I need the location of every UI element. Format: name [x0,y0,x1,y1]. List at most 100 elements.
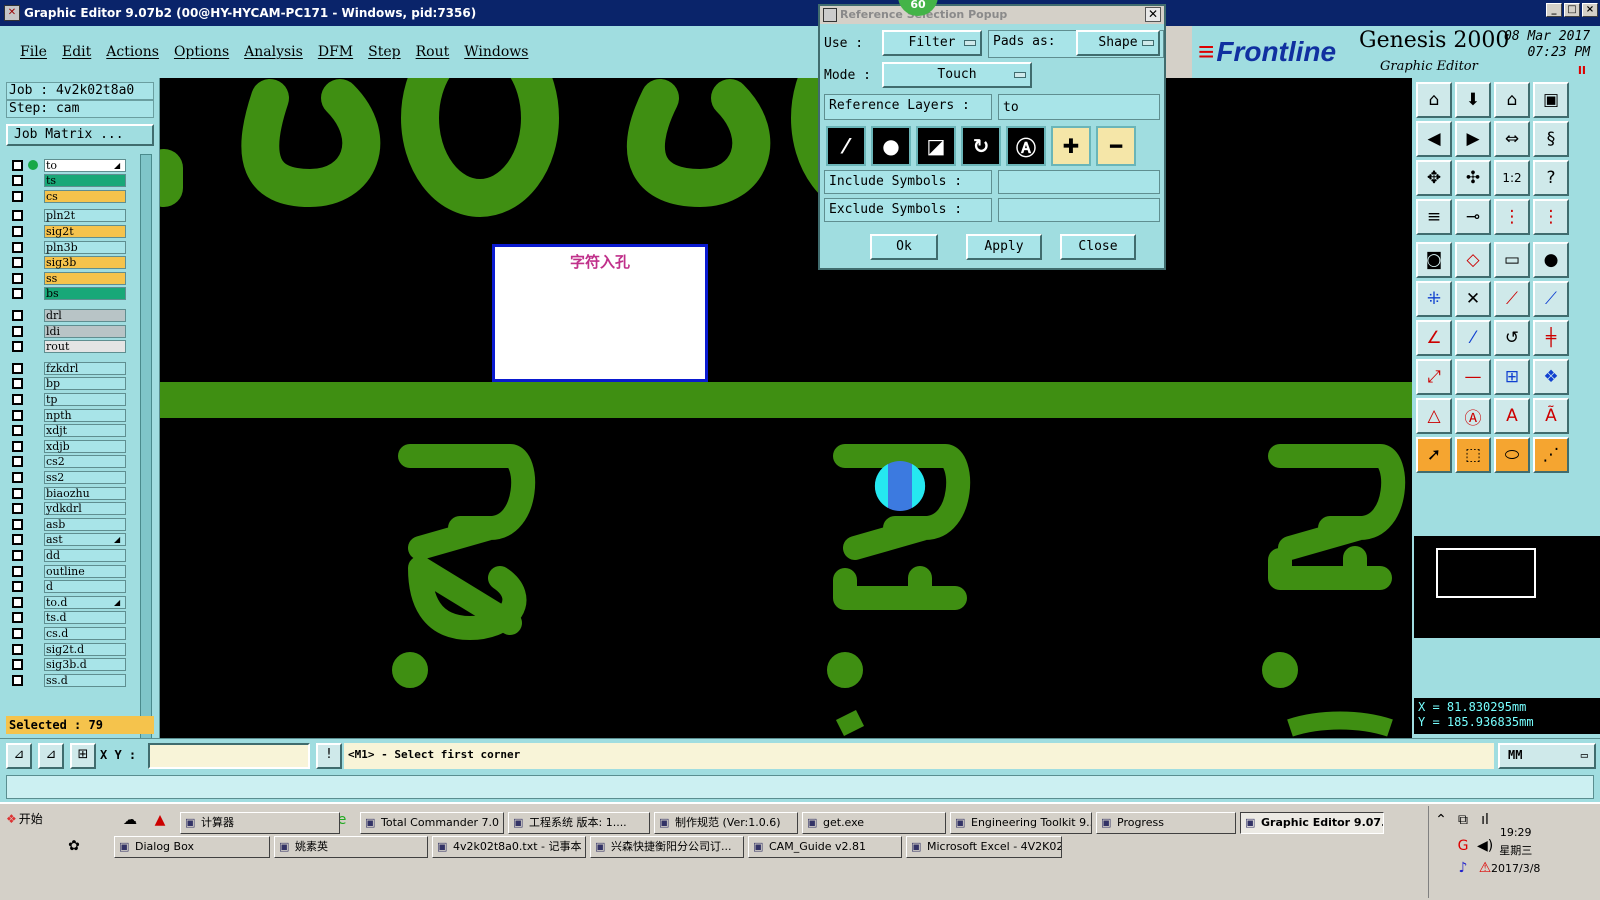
task-user[interactable]: 姚素英 [274,836,428,858]
layer-row[interactable]: d [8,580,140,594]
color-icon[interactable]: ✿ [66,838,82,854]
zoom-center-icon[interactable]: ✣ [1455,160,1491,196]
grid-icon[interactable]: ⊞ [70,743,96,769]
layer-checkbox[interactable] [12,534,23,546]
task-engineering-system[interactable]: 工程系统 版本: 1.... [508,812,650,834]
system-clock[interactable]: 19:29 星期三 2017/3/8 [1491,824,1540,878]
layer-checkbox[interactable] [12,257,23,269]
layer-row[interactable]: pln2t [8,209,140,223]
layer-checkbox[interactable] [12,596,23,608]
maximize-button[interactable]: □ [1564,3,1580,17]
tray-arrow-icon[interactable]: ⌃ [1433,812,1449,828]
minus-icon[interactable]: — [1455,359,1491,395]
surface-filter-icon[interactable]: ◪ [916,126,956,166]
popup-close-icon[interactable]: ✕ [1145,7,1161,22]
ruler-icon[interactable]: ▭ [1494,242,1530,278]
layer-row[interactable]: ss [8,271,140,285]
pan-right-icon[interactable]: ▶ [1455,121,1491,157]
select-box-icon[interactable]: ⬚ [1455,437,1491,473]
help-icon[interactable]: ? [1533,160,1569,196]
layer-checkbox[interactable] [12,210,23,222]
ok-button[interactable]: Ok [870,234,938,260]
layer-checkbox[interactable] [12,225,23,237]
layer-row[interactable]: to.d ◢ [8,595,140,609]
close-button[interactable]: Close [1060,234,1136,260]
layer-row[interactable]: cs.d [8,626,140,640]
layer-checkbox[interactable] [12,503,23,515]
window-title-bar[interactable]: ✕ Graphic Editor 9.07b2 (00@HY-HYCAM-PC1… [0,0,1600,26]
layer-row[interactable]: rout [8,340,140,354]
zoom-down-icon[interactable]: ⬇ [1455,82,1491,118]
exclude-symbols-input[interactable] [998,198,1160,222]
layer-row[interactable]: pln3b [8,240,140,254]
layer-checkbox[interactable] [12,159,23,171]
layer-row[interactable]: ydkdrl [8,502,140,516]
window-icon[interactable]: ▣ [1533,82,1569,118]
fork-icon[interactable]: ╪ [1533,320,1569,356]
layer-row[interactable]: drl [8,308,140,322]
job-matrix-button[interactable]: Job Matrix ... [6,124,154,146]
menu-rout[interactable]: Rout [416,44,450,60]
positive-filter-icon[interactable]: ✚ [1051,126,1091,166]
layer-row[interactable]: ts.d [8,611,140,625]
rect-icon[interactable]: ◇ [1455,242,1491,278]
line-node-blue-icon[interactable]: ⟋ [1533,281,1569,317]
home-view-icon[interactable]: ⌂ [1416,82,1452,118]
layer-row[interactable]: ts [8,174,140,188]
include-symbols-input[interactable] [998,170,1160,194]
layer-row[interactable]: dd [8,548,140,562]
layer-checkbox[interactable] [12,362,23,374]
layer-row[interactable]: bp [8,377,140,391]
zoom-fit-icon[interactable]: ✥ [1416,160,1452,196]
layer-checkbox[interactable] [12,487,23,499]
fit-icon[interactable]: ⇔ [1494,121,1530,157]
layer-checkbox[interactable] [12,175,23,187]
task-excel[interactable]: Microsoft Excel - 4V2K02... [906,836,1062,858]
line-filter-icon[interactable]: ⁄ [826,126,866,166]
slash-icon[interactable]: ⁄ [1455,320,1491,356]
layer-checkbox[interactable] [12,643,23,655]
ref-layers-input[interactable] [998,94,1160,120]
pause-indicator[interactable]: II [1578,64,1586,77]
layer-checkbox[interactable] [12,440,23,452]
layer-checkbox[interactable] [12,425,23,437]
layer-row[interactable]: sig3b.d [8,658,140,672]
mirror-icon[interactable]: ⊞ [1494,359,1530,395]
task-order[interactable]: 兴森快捷衡阳分公司订... [590,836,744,858]
layer-row[interactable]: asb [8,517,140,531]
layer-row[interactable]: sig2t [8,224,140,238]
a-icon[interactable]: A [1494,398,1530,434]
menu-windows[interactable]: Windows [464,44,528,60]
scale-1-2-icon[interactable]: 1:2 [1494,160,1530,196]
pan-left-icon[interactable]: ◀ [1416,121,1452,157]
grid-snap-icon[interactable]: ⊿ [38,743,64,769]
layer-row[interactable]: sig3b [8,256,140,270]
layer-row[interactable]: sig2t.d [8,642,140,656]
units-select[interactable]: MM ▭ [1498,743,1596,769]
a-wave-icon[interactable]: Ã [1533,398,1569,434]
layer-checkbox[interactable] [12,674,23,686]
task-engineering-toolkit[interactable]: Engineering Toolkit 9.... [950,812,1092,834]
house-icon[interactable]: ⌂ [1494,82,1530,118]
line-node-icon[interactable]: ⟋ [1494,281,1530,317]
layer-checkbox[interactable] [12,518,23,530]
menu-file[interactable]: File [20,44,47,60]
note-box[interactable]: 字符入孔 [492,244,708,382]
layer-checkbox[interactable] [12,456,23,468]
quicklaunch-icon[interactable]: ☁ [122,812,138,828]
menu-edit[interactable]: Edit [62,44,91,60]
use-select[interactable]: Filter [882,30,982,56]
move-icon[interactable]: ⤢ [1416,359,1452,395]
layer-row[interactable]: ldi [8,324,140,338]
layer-row[interactable]: biaozhu [8,486,140,500]
net-icon[interactable]: ⋮ [1494,199,1530,235]
cross-icon[interactable]: ✕ [1455,281,1491,317]
arc-icon[interactable]: ↺ [1494,320,1530,356]
triangle-icon[interactable]: △ [1416,398,1452,434]
task-spec[interactable]: 制作规范 (Ver:1.0.6) [654,812,798,834]
pad-icon[interactable]: ◙ [1416,242,1452,278]
graphic-canvas[interactable]: 字符入孔 [160,78,1412,738]
layer-row[interactable]: ss.d [8,673,140,687]
redraw-icon[interactable]: § [1533,121,1569,157]
layer-row[interactable]: to ◢ [8,158,140,172]
